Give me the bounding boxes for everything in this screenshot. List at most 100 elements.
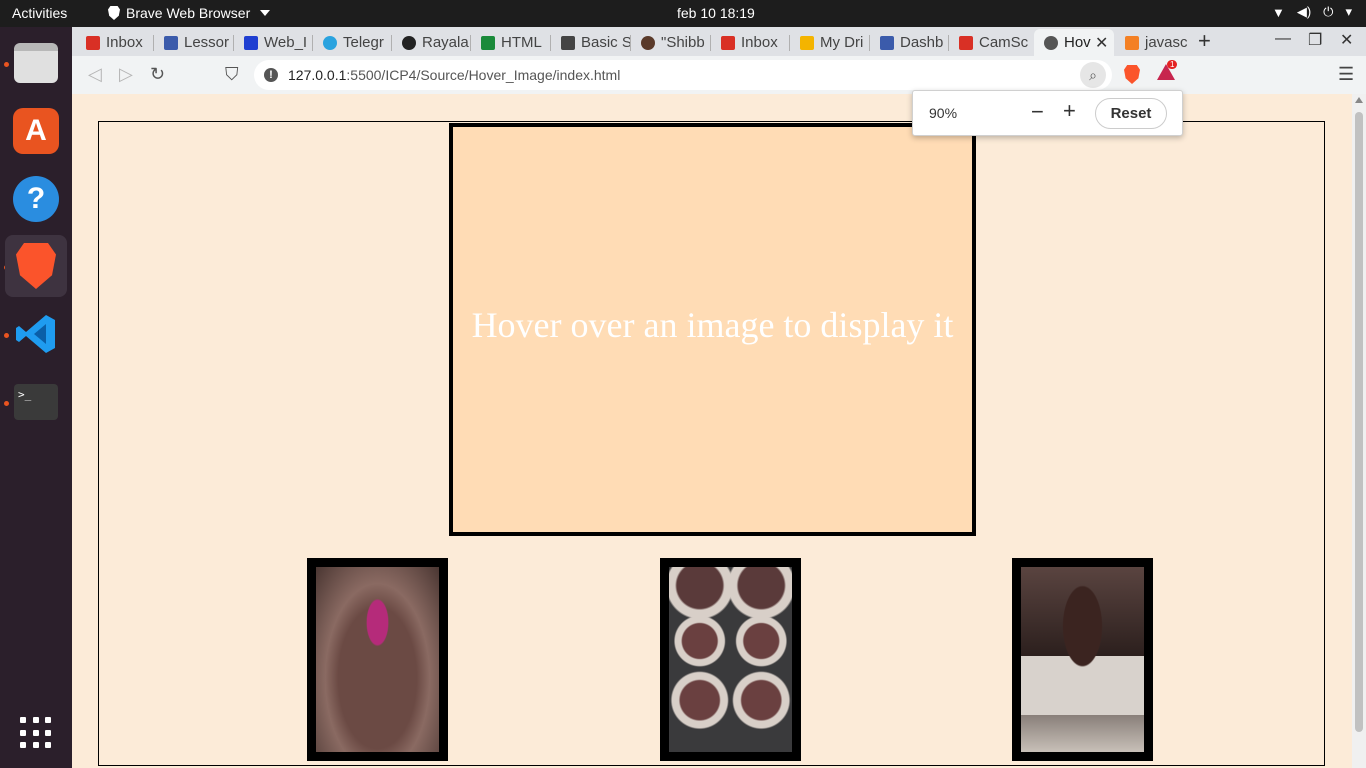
zoom-out-button[interactable]: − — [1031, 99, 1044, 125]
restore-icon[interactable]: ❐ — [1308, 30, 1322, 50]
cupcake-tin-image — [669, 567, 792, 752]
tab-label: Rayala — [422, 34, 469, 51]
dock: A ? >_ — [0, 27, 72, 768]
w3schools-icon — [481, 35, 495, 50]
tab[interactable]: Lessor — [154, 29, 234, 56]
tab[interactable]: HTML — [471, 29, 551, 56]
menu-icon[interactable]: ☰ — [1338, 64, 1354, 85]
telegram-icon — [323, 35, 337, 50]
zoom-reset-button[interactable]: Reset — [1095, 98, 1167, 129]
activities-button[interactable]: Activities — [12, 5, 67, 21]
page-container: Hover over an image to display it — [98, 121, 1325, 766]
zoom-level: 90% — [929, 105, 958, 121]
tab-label: HTML — [501, 34, 542, 51]
back-icon[interactable]: ◁ — [88, 64, 102, 85]
thumbnail-batter[interactable] — [307, 558, 448, 761]
tab[interactable]: Basic S — [551, 29, 631, 56]
page-scrollbar[interactable] — [1352, 94, 1366, 768]
show-applications-icon[interactable] — [20, 717, 52, 749]
stackoverflow-icon — [1125, 35, 1139, 50]
clock[interactable]: feb 10 18:19 — [677, 5, 755, 21]
zoom-icon[interactable]: ⌕ — [1080, 62, 1106, 88]
tab[interactable]: Dashb — [870, 29, 949, 56]
system-tray[interactable]: ▼ ◀) ⏻ ▾ — [1272, 4, 1352, 20]
help-icon: ? — [13, 176, 59, 222]
umkc-icon — [164, 35, 178, 50]
minimize-icon[interactable]: — — [1275, 30, 1291, 48]
frosted-cupcake-image — [1021, 567, 1144, 752]
github-icon — [402, 35, 416, 50]
tab-label: My Dri — [820, 34, 864, 51]
tab[interactable]: Telegr — [313, 29, 392, 56]
site-info-icon[interactable]: ! — [264, 68, 278, 82]
ubuntu-software-icon: A — [13, 108, 59, 154]
browser-window: Inbox Lessor Web_I Telegr Rayala HTML Ba… — [72, 27, 1366, 768]
tab[interactable]: My Dri — [790, 29, 870, 56]
globe-icon — [1044, 35, 1058, 50]
image-display-box: Hover over an image to display it — [449, 123, 976, 536]
box-icon — [244, 35, 258, 50]
avatar-icon — [641, 35, 655, 50]
zoom-popup: 90% − + Reset — [912, 90, 1183, 136]
tab[interactable]: javasc — [1115, 29, 1193, 56]
system-top-bar: Activities Brave Web Browser feb 10 18:1… — [0, 0, 1366, 27]
volume-icon: ◀) — [1296, 4, 1312, 19]
gmail-icon — [959, 35, 973, 50]
software-launcher[interactable]: A — [5, 100, 67, 162]
address-bar[interactable]: ! 127.0.0.1:5500/ICP4/Source/Hover_Image… — [254, 60, 1112, 90]
tab-label: Web_I — [264, 34, 308, 51]
display-message: Hover over an image to display it — [471, 304, 954, 345]
scrollbar-thumb[interactable] — [1355, 112, 1363, 732]
terminal-icon: >_ — [14, 384, 58, 420]
help-launcher[interactable]: ? — [5, 168, 67, 230]
vscode-icon — [16, 315, 55, 353]
tab-label: Dashb — [900, 34, 944, 51]
scroll-up-icon[interactable] — [1355, 97, 1363, 103]
markdown-icon — [561, 35, 575, 50]
google-drive-icon — [800, 35, 814, 50]
brave-rewards-icon[interactable]: 1 — [1157, 60, 1178, 84]
files-launcher[interactable] — [5, 32, 67, 94]
brave-shields-icon[interactable] — [1124, 65, 1140, 84]
url-text[interactable]: 127.0.0.1:5500/ICP4/Source/Hover_Image/i… — [288, 67, 620, 83]
zoom-in-button[interactable]: + — [1063, 98, 1076, 124]
tab-label: "Shibb — [661, 34, 705, 51]
tab-label: Telegr — [343, 34, 384, 51]
url-path: :5500/ICP4/Source/Hover_Image/index.html — [346, 67, 621, 83]
forward-icon[interactable]: ▷ — [119, 64, 133, 85]
tab-label: javasc — [1145, 34, 1188, 51]
terminal-launcher[interactable]: >_ — [5, 371, 67, 433]
gmail-icon — [721, 35, 735, 50]
tab-label: CamSc — [979, 34, 1029, 51]
tab[interactable]: Web_I — [234, 29, 313, 56]
tab[interactable]: "Shibb — [631, 29, 711, 56]
new-tab-button[interactable]: + — [1198, 28, 1211, 54]
close-window-icon[interactable]: ✕ — [1340, 30, 1353, 50]
page-viewport: Hover over an image to display it — [72, 94, 1366, 768]
reload-icon[interactable]: ↻ — [150, 64, 165, 85]
bookmark-icon[interactable]: ⛉ — [225, 64, 239, 85]
wifi-icon: ▼ — [1271, 4, 1285, 20]
gmail-icon — [86, 35, 100, 50]
thumbnail-cupcake[interactable] — [1012, 558, 1153, 761]
tab-label: Lessor — [184, 34, 230, 51]
tab[interactable]: Rayala — [392, 29, 471, 56]
umkc-icon — [880, 35, 894, 50]
tab[interactable]: Inbox — [711, 29, 790, 56]
caret-down-icon — [260, 10, 271, 16]
brave-launcher[interactable] — [5, 235, 67, 297]
tab-label: Inbox — [741, 34, 778, 51]
thumbnail-tin[interactable] — [660, 558, 801, 761]
tab[interactable]: Inbox — [76, 29, 154, 56]
chevron-down-icon: ▾ — [1345, 4, 1352, 19]
vscode-launcher[interactable] — [5, 303, 67, 365]
tab-label: Hov — [1064, 34, 1091, 51]
url-host: 127.0.0.1 — [288, 67, 347, 83]
tab[interactable]: CamSc — [949, 29, 1030, 56]
app-menu[interactable]: Brave Web Browser — [108, 5, 271, 21]
close-tab-icon[interactable]: ✕ — [1095, 33, 1108, 53]
tab-strip: Inbox Lessor Web_I Telegr Rayala HTML Ba… — [72, 27, 1366, 56]
tab-label: Inbox — [106, 34, 143, 51]
app-menu-label: Brave Web Browser — [126, 5, 251, 21]
browser-toolbar: ◁ ▷ ↻ ⛉ ! 127.0.0.1:5500/ICP4/Source/Hov… — [72, 56, 1366, 94]
